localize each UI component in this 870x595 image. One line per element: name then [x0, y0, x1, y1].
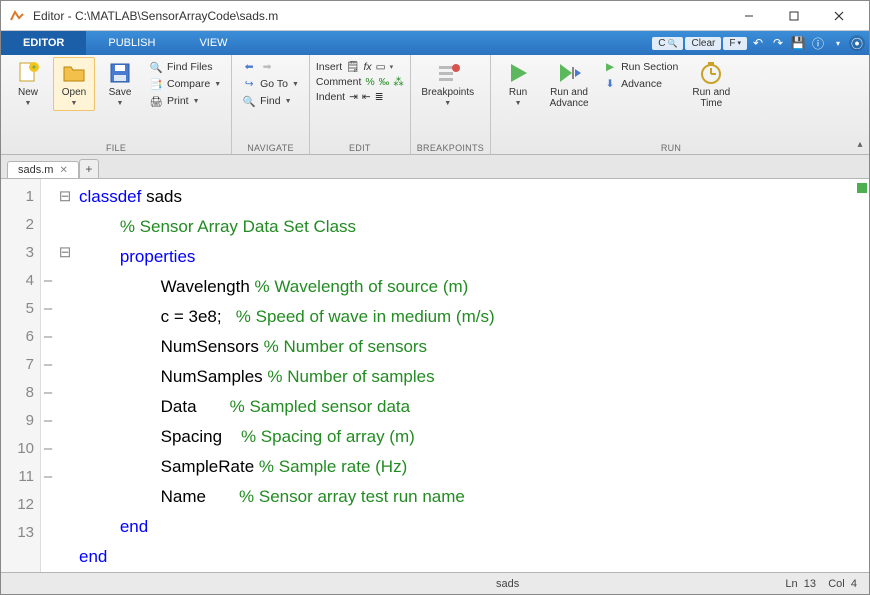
run-section-button[interactable]: ▶Run Section [599, 59, 682, 75]
run-button[interactable]: Run▼ [497, 57, 539, 107]
minimize-toolstrip-icon[interactable]: ⦿ [849, 35, 865, 51]
insert-icon[interactable]: 🗒 [346, 60, 359, 73]
code-editor[interactable]: 12345678910111213 –––––––– ⊟ ⊟ classdef … [1, 179, 869, 572]
insert-var-icon[interactable]: ▭ [376, 61, 386, 73]
help-icon[interactable]: ⓘ [809, 34, 827, 52]
svg-text:✦: ✦ [31, 63, 38, 72]
minimize-button[interactable] [726, 1, 771, 30]
uncomment-icon[interactable]: ‰ [379, 76, 390, 88]
toolstrip: ✦ New▼ Open▼ Save▼ 🔍Find Files 📑Compare … [1, 55, 869, 155]
run-advance-icon [557, 61, 581, 85]
new-file-icon: ✦ [16, 61, 40, 85]
file-tab-bar: sads.m ✕ + [1, 155, 869, 179]
edit-section-label: EDIT [316, 142, 404, 154]
goto-icon: ↪ [242, 77, 256, 91]
wrap-comment-icon[interactable]: ⁂ [393, 76, 404, 88]
tab-view[interactable]: VIEW [177, 31, 249, 55]
run-section-label: RUN [497, 142, 845, 154]
indent-label: Indent [316, 91, 345, 103]
save-icon[interactable]: 💾 [789, 34, 807, 52]
undo-icon[interactable]: ↶ [749, 34, 767, 52]
fold-gutter[interactable]: ⊟ ⊟ [55, 179, 75, 572]
smart-indent-icon[interactable]: ≣ [375, 91, 384, 103]
file-tab-sads[interactable]: sads.m ✕ [7, 161, 79, 178]
tab-editor[interactable]: EDITOR [1, 31, 86, 55]
fold-icon[interactable]: ⊟ [55, 239, 75, 267]
code-area[interactable]: classdef sads % Sensor Array Data Set Cl… [75, 179, 869, 572]
status-position: Ln 13 Col 4 [785, 578, 857, 590]
save-disk-icon [108, 61, 132, 85]
fx-icon[interactable]: fx [364, 61, 372, 73]
find-icon: 🔍 [242, 94, 256, 108]
toolstrip-tabs: EDITOR PUBLISH VIEW C🔍 Clear F▾ ↶ ↷ 💾 ⓘ … [1, 31, 869, 55]
compare-icon: 📑 [149, 77, 163, 91]
code-health-indicator[interactable] [857, 183, 867, 193]
nav-back-forward[interactable]: ⬅➡ [238, 59, 303, 75]
compare-button[interactable]: 📑Compare ▼ [145, 76, 225, 92]
close-tab-icon[interactable]: ✕ [59, 165, 67, 176]
comment-icon[interactable]: % [365, 76, 374, 88]
help-dropdown-icon[interactable]: ▾ [829, 34, 847, 52]
window-title: Editor - C:\MATLAB\SensorArrayCode\sads.… [33, 9, 726, 23]
run-time-icon [699, 61, 723, 85]
find-files-button[interactable]: 🔍Find Files [145, 59, 225, 75]
app-icon [9, 8, 25, 24]
fold-icon[interactable]: ⊟ [55, 183, 75, 211]
file-section-label: FILE [7, 142, 225, 154]
status-bar: sads Ln 13 Col 4 [1, 572, 869, 594]
tab-publish[interactable]: PUBLISH [86, 31, 177, 55]
arrow-left-icon: ⬅ [242, 60, 256, 74]
expand-toolstrip-icon[interactable]: ▴ [851, 55, 869, 154]
print-icon: 🖨 [149, 94, 163, 108]
quick-f[interactable]: F▾ [723, 37, 747, 50]
find-button[interactable]: 🔍Find ▼ [238, 93, 303, 109]
open-button[interactable]: Open▼ [53, 57, 95, 111]
run-advance-button[interactable]: Run and Advance [543, 57, 595, 109]
find-files-icon: 🔍 [149, 60, 163, 74]
breakpoint-icon [436, 61, 460, 85]
comment-label: Comment [316, 76, 362, 88]
run-play-icon [506, 61, 530, 85]
breakpoints-section-label: BREAKPOINTS [417, 142, 484, 154]
status-function: sads [496, 578, 519, 590]
close-button[interactable] [816, 1, 861, 30]
run-time-button[interactable]: Run and Time [686, 57, 736, 109]
indent-icon[interactable]: ⇥ [349, 91, 358, 103]
add-tab-button[interactable]: + [79, 159, 99, 178]
new-button[interactable]: ✦ New▼ [7, 57, 49, 107]
line-gutter: 12345678910111213 [1, 179, 41, 572]
open-folder-icon [62, 61, 86, 85]
maximize-button[interactable] [771, 1, 816, 30]
insert-label: Insert [316, 61, 342, 73]
run-section-icon: ▶ [603, 60, 617, 74]
exec-marks: –––––––– [41, 179, 55, 572]
arrow-right-icon: ➡ [260, 60, 274, 74]
goto-button[interactable]: ↪Go To ▼ [238, 76, 303, 92]
advance-icon: ⬇ [603, 77, 617, 91]
navigate-section-label: NAVIGATE [238, 142, 303, 154]
quick-search[interactable]: C🔍 [652, 37, 683, 50]
quick-clear[interactable]: Clear [685, 37, 721, 50]
advance-button[interactable]: ⬇Advance [599, 76, 682, 92]
breakpoints-button[interactable]: Breakpoints▼ [417, 57, 479, 107]
title-bar: Editor - C:\MATLAB\SensorArrayCode\sads.… [1, 1, 869, 31]
outdent-icon[interactable]: ⇤ [362, 91, 371, 103]
print-button[interactable]: 🖨Print ▼ [145, 93, 225, 109]
redo-icon[interactable]: ↷ [769, 34, 787, 52]
save-button[interactable]: Save▼ [99, 57, 141, 107]
